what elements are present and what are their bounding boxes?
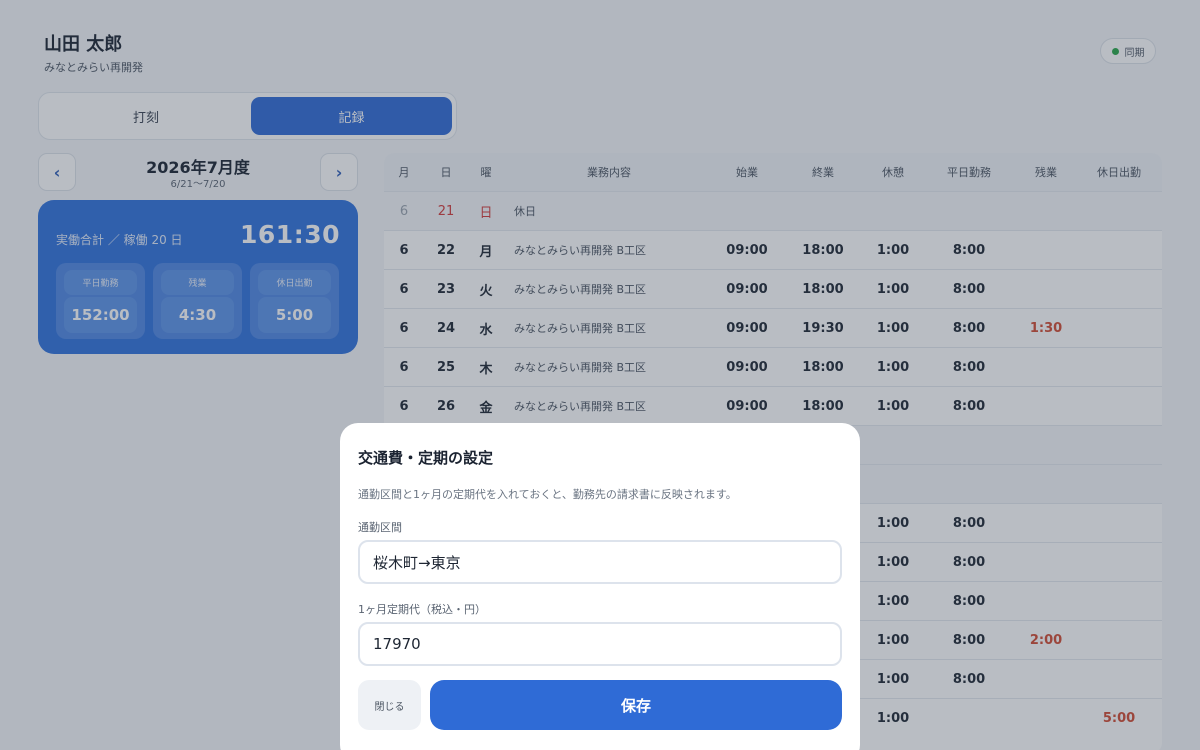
close-button[interactable]: 閉じる — [358, 680, 421, 730]
dialog-description: 通勤区間と1ヶ月の定期代を入れておくと、勤務先の請求書に反映されます。 — [358, 488, 737, 501]
fare-label: 1ヶ月定期代（税込・円） — [358, 603, 486, 616]
commute-settings-dialog: 交通費・定期の設定 通勤区間と1ヶ月の定期代を入れておくと、勤務先の請求書に反映… — [340, 423, 860, 750]
fare-input[interactable] — [358, 622, 842, 666]
save-button[interactable]: 保存 — [430, 680, 842, 730]
route-input[interactable] — [358, 540, 842, 584]
dialog-title: 交通費・定期の設定 — [358, 449, 494, 467]
route-label: 通勤区間 — [358, 521, 402, 534]
